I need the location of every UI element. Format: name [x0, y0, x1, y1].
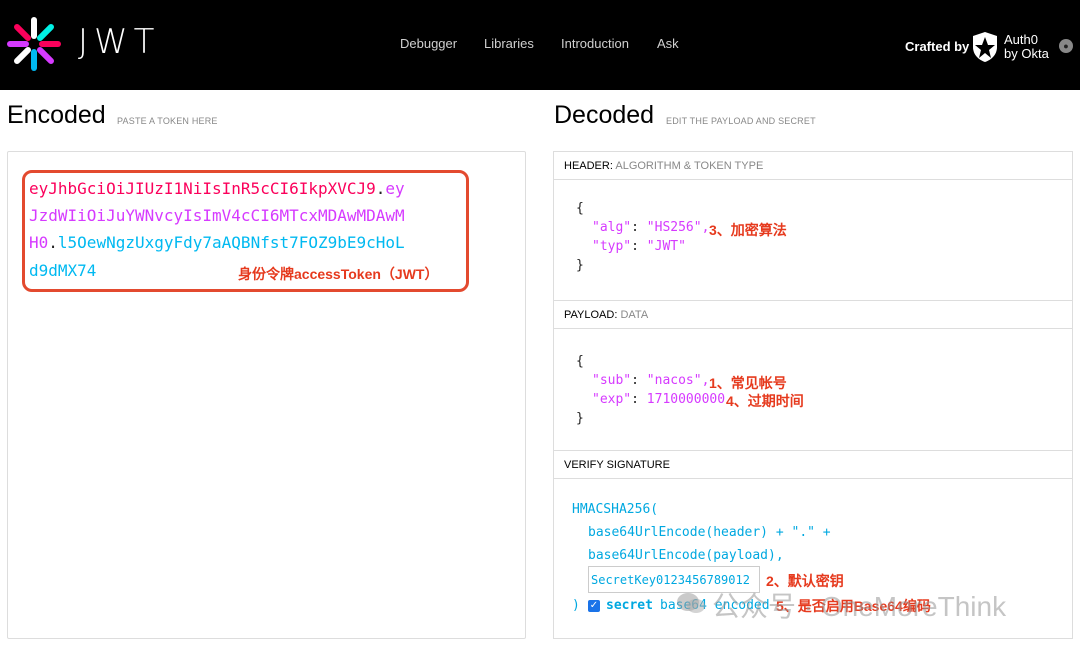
token-signature-part: d9dMX74	[29, 261, 97, 280]
sub-annotation: 1、常见帐号	[709, 375, 787, 391]
nav-libraries[interactable]: Libraries	[484, 36, 534, 51]
exp-key: "exp"	[592, 392, 632, 407]
jwt-logo-icon[interactable]	[6, 16, 62, 72]
encoded-title: Encoded	[7, 101, 106, 129]
base64-checkbox[interactable]: ✓	[588, 600, 600, 612]
alg-annotation: 3、加密算法	[709, 222, 787, 238]
nav-ask[interactable]: Ask	[657, 36, 679, 51]
token-dot: .	[375, 179, 386, 198]
alg-key: "alg"	[592, 220, 632, 235]
crafted-by-label: Crafted by	[905, 39, 970, 54]
header-label: HEADER:	[564, 160, 613, 172]
token-payload-part: JzdWIiOiJuYWNvcyIsImV4cCI6MTcxMDAwMDAwM	[29, 206, 405, 225]
verify-label: VERIFY SIGNATURE	[564, 459, 670, 471]
auth0-shield-icon[interactable]	[971, 31, 999, 63]
auth0-by-okta-link[interactable]: Auth0 by Okta	[1004, 33, 1064, 61]
payload-json-sub[interactable]: "sub": "nacos",	[592, 373, 709, 388]
encoded-subtitle: PASTE A TOKEN HERE	[117, 116, 218, 126]
header-json-open: {	[576, 201, 584, 216]
token-payload-part: H0	[29, 233, 49, 252]
token-signature-part: l5OewNgzUxgyFdy7aAQBNfst7FOZ9bE9cHoL	[57, 233, 405, 252]
nav-debugger[interactable]: Debugger	[400, 36, 457, 51]
token-line-3: H0.l5OewNgzUxgyFdy7aAQBNfst7FOZ9bE9cHoL	[29, 233, 405, 252]
sig-header-line: base64UrlEncode(header) + "." +	[588, 525, 831, 540]
auth0-line2: by Okta	[1004, 46, 1049, 61]
alg-value: "HS256",	[646, 220, 710, 235]
exp-annotation: 4、过期时间	[726, 393, 804, 409]
sig-function: HMACSHA256(	[572, 502, 659, 517]
secret-label: secret	[606, 598, 653, 613]
token-dot: .	[48, 233, 58, 252]
sub-key: "sub"	[592, 373, 632, 388]
typ-key: "typ"	[592, 239, 632, 254]
token-line-4: d9dMX74	[29, 261, 96, 280]
watermark-text: 公众号 · OneMoreThink	[712, 591, 1007, 622]
auth0-line1: Auth0	[1004, 32, 1038, 47]
access-token-annotation: 身份令牌accessToken（JWT）	[238, 266, 439, 282]
decoded-subtitle: EDIT THE PAYLOAD AND SECRET	[666, 116, 816, 126]
payload-label: PAYLOAD:	[564, 309, 618, 321]
payload-sublabel: DATA	[620, 309, 649, 321]
token-line-2: JzdWIiOiJuYWNvcyIsImV4cCI6MTcxMDAwMDAwM	[29, 206, 405, 225]
wechat-icon	[677, 593, 705, 613]
token-payload-part: ey	[385, 179, 405, 198]
payload-section-title: PAYLOAD: DATA	[554, 301, 1072, 329]
decoded-title: Decoded	[554, 101, 655, 129]
payload-json-close: }	[576, 411, 584, 426]
verify-section-title: VERIFY SIGNATURE	[554, 451, 1072, 479]
token-header-part: eyJhbGciOiJIUzI1NiIsInR5cCI6IkpXVCJ9	[29, 179, 376, 198]
sub-value: "nacos",	[646, 373, 710, 388]
nav-introduction[interactable]: Introduction	[561, 36, 629, 51]
exp-value: 1710000000	[646, 392, 726, 407]
typ-value: "JWT"	[646, 239, 686, 254]
top-navbar: JWT Debugger Libraries Introduction Ask …	[0, 0, 1080, 90]
payload-json-exp[interactable]: "exp": 1710000000	[592, 392, 725, 407]
brand-wordmark[interactable]: JWT	[78, 22, 160, 62]
header-json-typ[interactable]: "typ": "JWT"	[592, 239, 686, 254]
header-section-title: HEADER: ALGORITHM & TOKEN TYPE	[554, 152, 1072, 180]
sig-close: )	[572, 598, 580, 613]
token-line-1: eyJhbGciOiJIUzI1NiIsInR5cCI6IkpXVCJ9.ey	[29, 179, 405, 198]
header-sublabel: ALGORITHM & TOKEN TYPE	[615, 160, 764, 172]
payload-json-open: {	[576, 354, 584, 369]
header-json-close: }	[576, 258, 584, 273]
sig-payload-line: base64UrlEncode(payload),	[588, 548, 784, 563]
header-json-alg[interactable]: "alg": "HS256",	[592, 220, 709, 235]
more-icon[interactable]: ●	[1059, 39, 1073, 53]
